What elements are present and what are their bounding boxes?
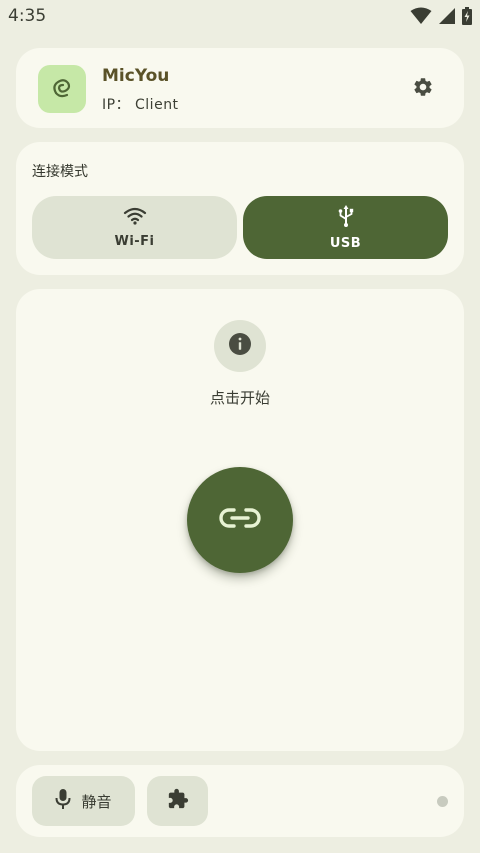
wifi-icon xyxy=(410,7,432,29)
app-name: MicYou xyxy=(102,66,170,86)
settings-button[interactable] xyxy=(406,72,440,106)
status-time: 4:35 xyxy=(8,6,47,26)
wifi-icon xyxy=(123,206,147,230)
status-bar: 4:35 xyxy=(0,0,480,34)
main-card: 点击开始 xyxy=(16,289,464,751)
status-icons xyxy=(410,7,472,29)
start-hint-text: 点击开始 xyxy=(209,389,270,407)
info-icon xyxy=(228,332,252,360)
mode-usb-label: USB xyxy=(329,236,362,251)
battery-charging-icon xyxy=(462,7,472,29)
signal-icon xyxy=(438,7,456,29)
status-indicator-dot xyxy=(437,796,448,807)
connect-button[interactable] xyxy=(187,467,293,573)
mode-wifi-label: Wi-Fi xyxy=(114,234,155,249)
usb-icon xyxy=(337,204,355,232)
mode-wifi-button[interactable]: Wi-Fi xyxy=(32,196,237,259)
puzzle-icon xyxy=(167,788,189,814)
plugin-button[interactable] xyxy=(147,776,208,826)
mute-label: 静音 xyxy=(81,792,112,811)
connection-mode-card: 连接模式 Wi-Fi USB xyxy=(16,142,464,275)
micyou-logo-icon xyxy=(38,65,86,113)
gear-icon xyxy=(412,76,434,102)
bottom-bar: 静音 xyxy=(16,765,464,837)
microphone-icon xyxy=(55,788,71,814)
mute-button[interactable]: 静音 xyxy=(32,776,135,826)
connection-mode-title: 连接模式 xyxy=(32,164,88,180)
info-badge xyxy=(214,320,266,372)
mode-usb-button[interactable]: USB xyxy=(243,196,448,259)
link-icon xyxy=(219,507,261,533)
header-card: MicYou IP： Client xyxy=(16,48,464,128)
app-ip-status: IP： Client xyxy=(102,97,179,113)
